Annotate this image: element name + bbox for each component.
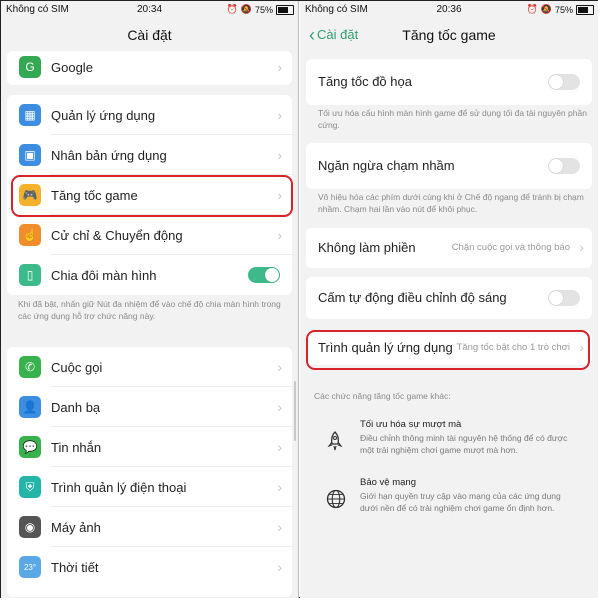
settings-item-label: Quản lý ứng dụng: [51, 107, 156, 123]
row-toggle[interactable]: [548, 290, 580, 306]
chevron-right-icon: ›: [277, 59, 282, 75]
weather-icon: 23°: [19, 556, 41, 578]
settings-item-label: Danh bạ: [51, 399, 101, 415]
chevron-right-icon: ›: [277, 227, 282, 243]
chevron-right-icon: ›: [277, 559, 282, 575]
mute-icon: 🔕: [540, 4, 552, 14]
settings-card-phone: ✆ Cuộc gọi › 👤 Danh bạ › 💬 Tin nhắn › ⛨ Trình quản…: [7, 347, 292, 597]
settings-item-camera[interactable]: ◉ Máy ảnh ›: [7, 507, 292, 547]
highlight-box: [11, 175, 293, 217]
battery-label: 75%: [254, 4, 273, 15]
feature-title: Bảo vệ mạng: [360, 477, 416, 488]
game-boost-row[interactable]: Không làm phiền Chặn cuộc gọi và thông bá…: [306, 228, 592, 268]
settings-item-apps[interactable]: ▦ Quản lý ứng dụng ›: [7, 95, 292, 135]
settings-item-label: Google: [51, 59, 93, 75]
chevron-left-icon: ‹: [309, 25, 315, 45]
settings-item-label: Máy ảnh: [51, 519, 101, 535]
back-label: Cài đặt: [317, 27, 359, 42]
chevron-right-icon: ›: [277, 479, 282, 495]
settings-item-weather[interactable]: 23° Thời tiết ›: [7, 547, 292, 587]
battery-icon: [276, 4, 294, 15]
chevron-right-icon: ›: [277, 147, 282, 163]
row-label: Không làm phiền: [318, 240, 416, 255]
settings-item-label: Trình quản lý điện thoại: [51, 479, 187, 495]
row-note: Tối ưu hóa cấu hình màn hình game để sử …: [318, 108, 587, 130]
features-panel: Tối ưu hóa sự mượt mà Điều chỉnh thông m…: [308, 407, 590, 541]
settings-item-label: Chia đôi màn hình: [51, 267, 157, 283]
row-note: Vô hiệu hóa các phím dưới cùng khi ở Chế…: [318, 192, 584, 214]
google-icon: G: [19, 56, 41, 78]
split-screen-note: Khi đã bật, nhấn giữ Nút đa nhiệm để vào…: [18, 299, 281, 321]
alarm-icon: ⏰: [526, 4, 538, 14]
feature-description: Giới hạn quyền truy cập vào mạng của các…: [360, 491, 561, 513]
game-boost-row[interactable]: Ngăn ngừa chạm nhầm: [306, 143, 592, 189]
status-bar: Không có SIM 20:34 ⏰ 🔕 75%: [1, 1, 298, 19]
highlight-box: [306, 330, 590, 370]
battery-label: 75%: [554, 4, 573, 15]
contacts-icon: 👤: [19, 396, 41, 418]
game-boost-row[interactable]: Tăng tốc đồ họa: [306, 59, 592, 105]
split-screen-icon: ▯: [19, 264, 41, 286]
settings-item-split-screen[interactable]: ▯ Chia đôi màn hình: [7, 255, 292, 295]
rocket-icon: [326, 431, 344, 451]
globe-icon: [326, 489, 346, 509]
split-screen-toggle[interactable]: [248, 267, 280, 283]
shield-icon: ⛨: [19, 476, 41, 498]
settings-item-label: Cuộc gọi: [51, 359, 103, 375]
game-boost-screen: Không có SIM 20:36 ⏰ 🔕 75% ‹ Cài đặt Tăn…: [300, 1, 598, 598]
other-features-header: Các chức năng tăng tốc game khác:: [314, 391, 451, 401]
page-title: Cài đặt: [127, 27, 172, 43]
settings-screen: Không có SIM 20:34 ⏰ 🔕 75% Cài đặt G Goo…: [1, 1, 299, 598]
settings-item-phone[interactable]: ✆ Cuộc gọi ›: [7, 347, 292, 387]
status-bar: Không có SIM 20:36 ⏰ 🔕 75%: [300, 1, 598, 19]
gesture-icon: ☝: [19, 224, 41, 246]
row-value: Chặn cuộc gọi và thông báo: [451, 242, 570, 253]
settings-card-top: G Google ›: [7, 51, 292, 85]
alarm-icon: ⏰: [226, 4, 238, 14]
row-label: Tăng tốc đồ họa: [318, 74, 412, 89]
chevron-right-icon: ›: [277, 359, 282, 375]
row-label: Ngăn ngừa chạm nhầm: [318, 158, 455, 173]
message-icon: 💬: [19, 436, 41, 458]
feature-network-protection: Bảo vệ mạng Giới hạn quyền truy cập vào …: [316, 477, 582, 527]
row-toggle[interactable]: [548, 158, 580, 174]
settings-item-label: Tin nhắn: [51, 439, 102, 455]
nav-bar: Cài đặt: [1, 21, 298, 49]
chevron-right-icon: ›: [277, 439, 282, 455]
feature-title: Tối ưu hóa sự mượt mà: [360, 419, 462, 430]
chevron-right-icon: ›: [277, 107, 282, 123]
game-boost-row[interactable]: Cấm tự động điều chỉnh độ sáng: [306, 277, 592, 319]
chevron-right-icon: ›: [579, 239, 584, 255]
mute-icon: 🔕: [240, 4, 252, 14]
settings-item-label: Nhân bản ứng dụng: [51, 147, 167, 163]
phone-icon: ✆: [19, 356, 41, 378]
nav-bar: ‹ Cài đặt Tăng tốc game: [300, 21, 598, 49]
settings-item-contacts[interactable]: 👤 Danh bạ ›: [7, 387, 292, 427]
feature-smoothness: Tối ưu hóa sự mượt mà Điều chỉnh thông m…: [316, 419, 582, 469]
chevron-right-icon: ›: [277, 519, 282, 535]
settings-item-label: Thời tiết: [51, 559, 99, 575]
clone-icon: ▣: [19, 144, 41, 166]
feature-description: Điều chỉnh thông minh tài nguyên hệ thốn…: [360, 433, 568, 455]
camera-icon: ◉: [19, 516, 41, 538]
settings-item-shield[interactable]: ⛨ Trình quản lý điện thoại ›: [7, 467, 292, 507]
chevron-right-icon: ›: [277, 399, 282, 415]
row-toggle[interactable]: [548, 74, 580, 90]
back-button[interactable]: ‹ Cài đặt: [309, 21, 358, 49]
row-label: Cấm tự động điều chỉnh độ sáng: [318, 290, 507, 305]
battery-icon: [576, 4, 594, 15]
settings-item-google[interactable]: G Google ›: [7, 51, 292, 85]
page-title: Tăng tốc game: [402, 27, 496, 43]
settings-item-message[interactable]: 💬 Tin nhắn ›: [7, 427, 292, 467]
scrollbar: [294, 381, 296, 441]
apps-icon: ▦: [19, 104, 41, 126]
settings-item-clone[interactable]: ▣ Nhân bản ứng dụng ›: [7, 135, 292, 175]
settings-item-gesture[interactable]: ☝ Cử chỉ & Chuyển động ›: [7, 215, 292, 255]
settings-item-label: Cử chỉ & Chuyển động: [51, 227, 183, 243]
